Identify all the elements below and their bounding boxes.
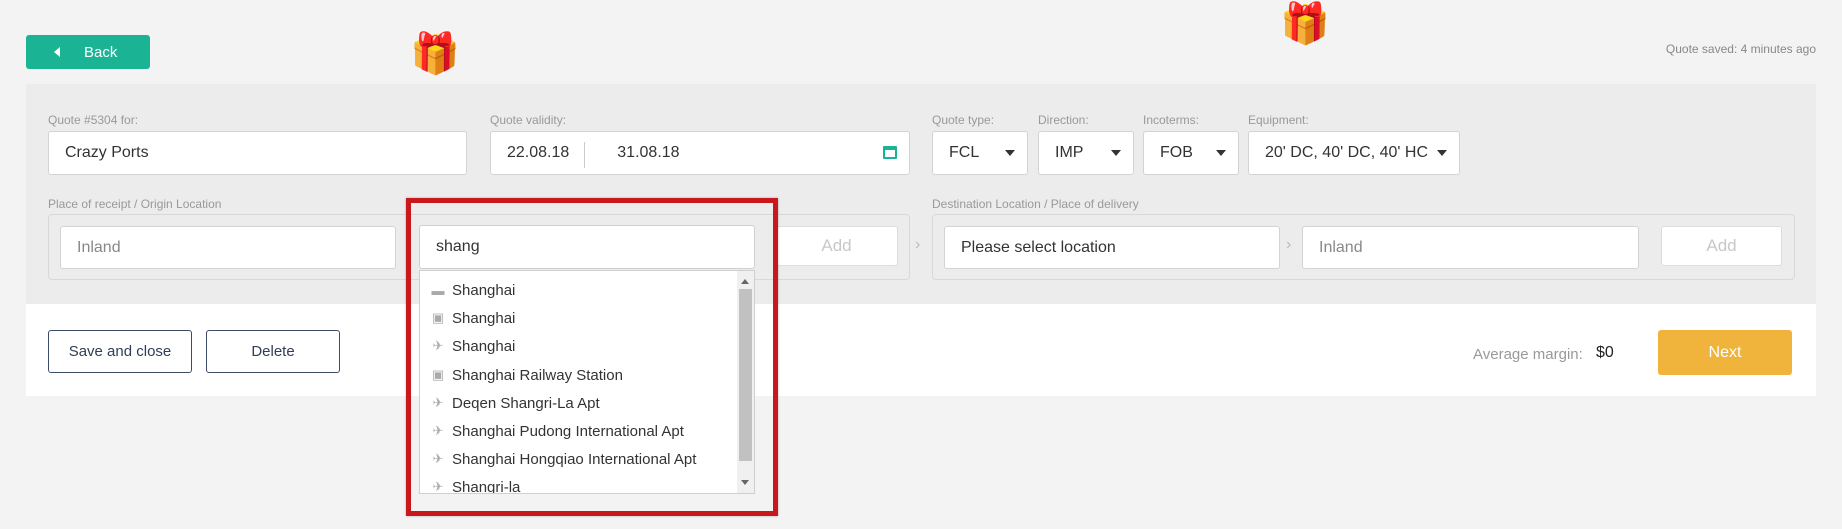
- quote-type-value: FCL: [949, 144, 980, 161]
- chevron-down-icon: [1005, 150, 1015, 156]
- date-divider: [584, 142, 585, 168]
- destination-add-button[interactable]: Add: [1661, 226, 1782, 266]
- incoterms-value: FOB: [1160, 144, 1193, 161]
- destination-location-input[interactable]: Please select location: [944, 226, 1280, 269]
- gift-decoration-icon: 🎁: [1280, 2, 1330, 46]
- calendar-icon[interactable]: [883, 146, 897, 159]
- direction-value: IMP: [1055, 144, 1084, 161]
- origin-inland-input[interactable]: Inland: [60, 226, 396, 269]
- save-and-close-label: Save and close: [68, 343, 172, 360]
- client-input[interactable]: Crazy Ports: [48, 131, 467, 175]
- equipment-select[interactable]: 20' DC, 40' DC, 40' HC: [1248, 131, 1460, 175]
- destination-inland-input[interactable]: Inland: [1302, 226, 1639, 269]
- back-arrow-icon: [54, 47, 60, 57]
- quote-saved-status: Quote saved: 4 minutes ago: [1665, 42, 1816, 56]
- equipment-value: 20' DC, 40' DC, 40' HC: [1265, 144, 1428, 161]
- incoterms-label: Incoterms:: [1143, 113, 1200, 127]
- client-value: Crazy Ports: [65, 144, 149, 161]
- average-margin-value: $0: [1596, 344, 1614, 361]
- save-and-close-button[interactable]: Save and close: [48, 330, 192, 373]
- delete-label: Delete: [251, 343, 295, 360]
- delete-button[interactable]: Delete: [206, 330, 340, 373]
- average-margin-label: Average margin:: [1473, 346, 1583, 363]
- equipment-label: Equipment:: [1248, 113, 1309, 127]
- destination-add-label: Add: [1706, 236, 1737, 255]
- origin-label: Place of receipt / Origin Location: [48, 197, 222, 211]
- destination-inland-placeholder: Inland: [1319, 238, 1363, 256]
- quote-type-label: Quote type:: [932, 113, 995, 127]
- validity-date-range[interactable]: 22.08.18 31.08.18: [490, 131, 910, 175]
- gift-decoration-icon: 🎁: [410, 32, 460, 76]
- next-label: Next: [1708, 343, 1742, 361]
- chevron-down-icon: [1437, 150, 1447, 156]
- back-button[interactable]: Back: [26, 35, 150, 69]
- quote-type-select[interactable]: FCL: [932, 131, 1028, 175]
- chevron-down-icon: [1111, 150, 1121, 156]
- valid-from: 22.08.18: [507, 144, 570, 161]
- origin-add-label: Add: [821, 236, 852, 255]
- quote-validity-label: Quote validity:: [490, 113, 567, 127]
- direction-label: Direction:: [1038, 113, 1089, 127]
- origin-add-button[interactable]: Add: [775, 226, 898, 266]
- highlight-annotation-box: [406, 198, 778, 516]
- chevron-right-icon: ›: [915, 236, 921, 253]
- chevron-right-icon: ›: [1286, 236, 1292, 253]
- destination-location-placeholder: Please select location: [961, 238, 1116, 256]
- origin-inland-placeholder: Inland: [77, 238, 121, 256]
- destination-label: Destination Location / Place of delivery: [932, 197, 1139, 211]
- quote-for-label: Quote #5304 for:: [48, 113, 139, 127]
- back-button-label: Back: [84, 43, 118, 61]
- chevron-down-icon: [1216, 150, 1226, 156]
- next-button[interactable]: Next: [1658, 330, 1792, 375]
- incoterms-select[interactable]: FOB: [1143, 131, 1239, 175]
- valid-to: 31.08.18: [617, 144, 680, 161]
- direction-select[interactable]: IMP: [1038, 131, 1134, 175]
